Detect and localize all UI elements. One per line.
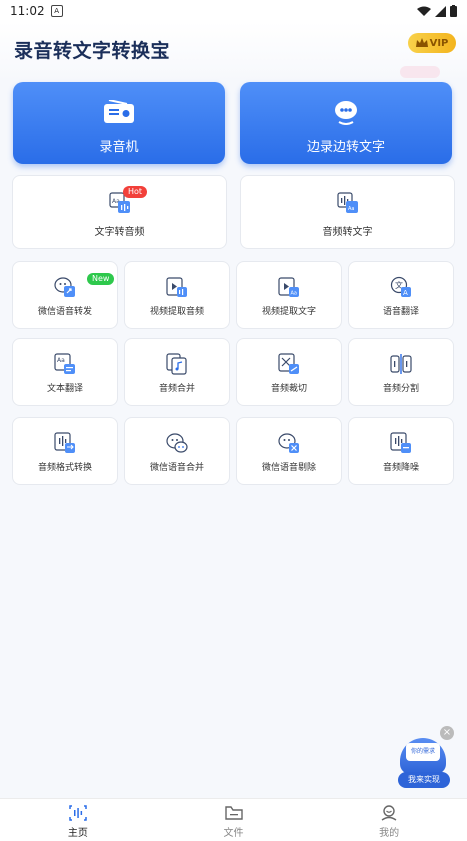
recorder-card[interactable]: 录音机 [13, 82, 225, 164]
video-extract-text-label: 视频提取文字 [261, 307, 316, 317]
wechat-forward-label: 微信语音转发 [37, 307, 92, 317]
audio-to-text-label: 音频转文字 [322, 227, 373, 238]
tab-profile-label: 我的 [379, 828, 400, 839]
text-translate-icon: Aa [54, 353, 76, 379]
wechat-forward-icon [54, 276, 76, 302]
crown-icon [415, 38, 428, 47]
svg-text:Aa: Aa [348, 206, 354, 212]
ad-bubble-text: 你的需求 [406, 743, 440, 761]
profile-icon [380, 805, 398, 825]
close-icon[interactable]: × [440, 726, 454, 740]
wechat-remove-label: 微信语音剔除 [261, 463, 316, 473]
tab-files-label: 文件 [223, 828, 244, 839]
notification-icon: A [50, 5, 63, 17]
audio-merge-tile[interactable]: 音频合并 [124, 338, 230, 406]
text-translate-tile[interactable]: Aa 文本翻译 [12, 338, 118, 406]
audio-to-text-card[interactable]: Aa 音频转文字 [240, 175, 455, 249]
audio-denoise-tile[interactable]: 音频降噪 [348, 417, 454, 485]
tab-home-label: 主页 [67, 828, 88, 839]
video-text-icon: Aa [278, 276, 300, 302]
wechat-merge-label: 微信语音合并 [149, 463, 204, 473]
wechat-forward-tile[interactable]: New 微信语音转发 [12, 261, 118, 329]
audio-split-icon [390, 353, 412, 379]
audio-merge-label: 音频合并 [158, 384, 195, 394]
tab-files[interactable]: 文件 [156, 799, 312, 841]
battery-icon [450, 5, 457, 17]
audio-denoise-icon [390, 432, 412, 458]
ad-action-button[interactable]: 我来实现 [398, 772, 450, 788]
radio-icon [103, 99, 135, 128]
voice-translate-tile[interactable]: 文A 语音翻译 [348, 261, 454, 329]
audio-split-label: 音频分割 [382, 384, 419, 394]
svg-text:A: A [403, 289, 408, 297]
audio-text-icon: Aa [336, 192, 359, 218]
mic-icon [331, 100, 361, 130]
recorder-label: 录音机 [99, 140, 139, 155]
video-extract-audio-tile[interactable]: 视频提取音频 [124, 261, 230, 329]
home-icon [69, 805, 87, 825]
status-time: 11:02 [10, 4, 45, 18]
app-title: 录音转文字转换宝 [14, 40, 171, 62]
realtime-transcribe-card[interactable]: 边录边转文字 [240, 82, 452, 164]
audio-format-icon [54, 432, 76, 458]
realtime-transcribe-label: 边录边转文字 [306, 140, 385, 155]
tab-profile[interactable]: 我的 [311, 799, 467, 841]
svg-text:Aa: Aa [57, 357, 65, 364]
wechat-remove-tile[interactable]: 微信语音剔除 [236, 417, 342, 485]
decoration [400, 66, 440, 78]
status-bar: 11:02 A [0, 0, 467, 22]
text-to-audio-label: 文字转音频 [94, 227, 145, 238]
folder-icon [224, 805, 243, 825]
bottom-tab-bar: 主页 文件 我的 [0, 798, 467, 841]
video-extract-audio-label: 视频提取音频 [149, 307, 204, 317]
audio-denoise-label: 音频降噪 [382, 463, 419, 473]
wechat-merge-icon [166, 432, 188, 458]
text-translate-label: 文本翻译 [46, 384, 83, 394]
signal-icon [435, 5, 446, 17]
wifi-icon [417, 6, 431, 16]
audio-cut-label: 音频裁切 [270, 384, 307, 394]
vip-label: VIP [429, 37, 449, 49]
video-extract-text-tile[interactable]: Aa 视频提取文字 [236, 261, 342, 329]
audio-format-tile[interactable]: 音频格式转换 [12, 417, 118, 485]
svg-text:Aa: Aa [291, 291, 297, 297]
voice-translate-icon: 文A [390, 276, 412, 302]
audio-format-label: 音频格式转换 [37, 463, 92, 473]
wechat-remove-icon [278, 432, 300, 458]
audio-merge-icon [166, 353, 188, 379]
audio-split-tile[interactable]: 音频分割 [348, 338, 454, 406]
vip-button[interactable]: VIP [408, 33, 456, 53]
tab-home[interactable]: 主页 [0, 799, 156, 841]
video-audio-icon [166, 276, 188, 302]
app-header: 录音转文字转换宝 VIP [0, 22, 467, 82]
new-badge: New [87, 273, 115, 285]
voice-translate-label: 语音翻译 [382, 307, 419, 317]
hot-badge: Hot [123, 186, 148, 198]
text-to-audio-card[interactable]: Aa Hot 文字转音频 [12, 175, 227, 249]
request-float-ad[interactable]: × 你的需求 我来实现 [398, 726, 454, 790]
wechat-merge-tile[interactable]: 微信语音合并 [124, 417, 230, 485]
audio-cut-tile[interactable]: 音频裁切 [236, 338, 342, 406]
audio-cut-icon [278, 353, 300, 379]
